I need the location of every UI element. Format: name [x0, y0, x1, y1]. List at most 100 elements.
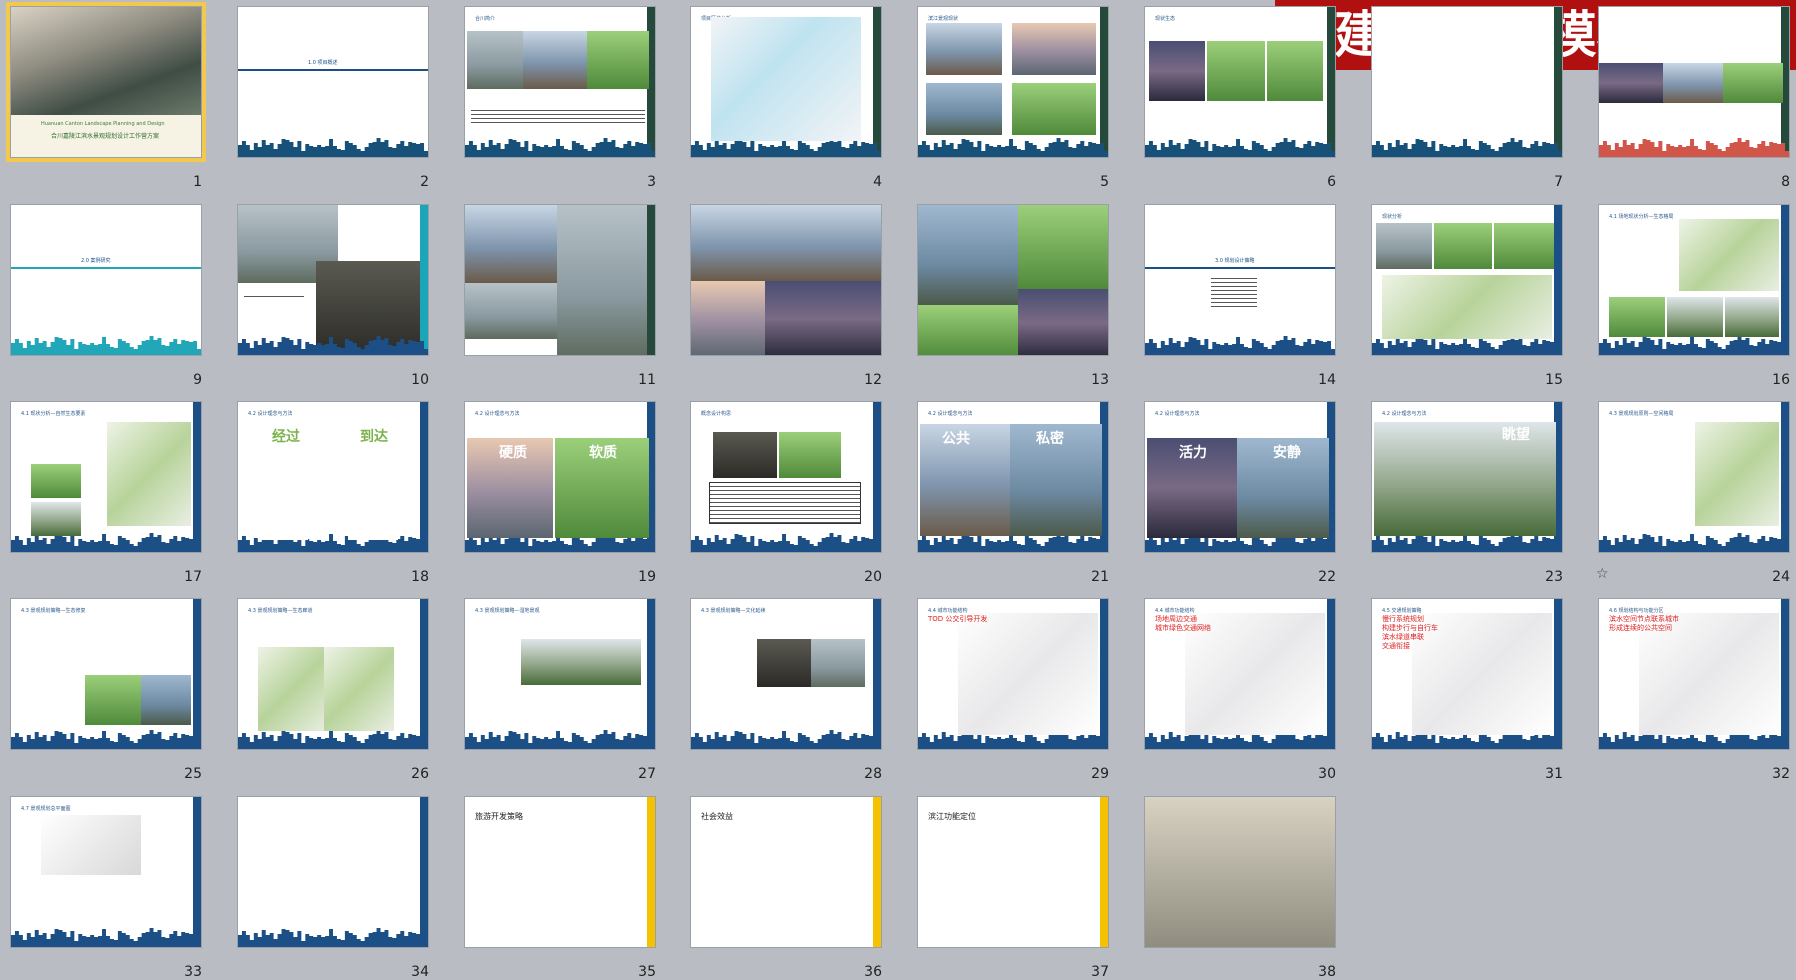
slide-thumbnail-15[interactable]: 现状分析: [1371, 204, 1563, 356]
slide-thumbnail-19[interactable]: 4.2 设计理念与方法 硬质 软质: [464, 401, 656, 553]
skyline-footer: [1372, 138, 1562, 157]
accent-strip: [647, 797, 655, 947]
accent-strip: [647, 205, 655, 355]
photo-thumbnail: [1679, 219, 1779, 291]
slide-title: 合川简介: [475, 16, 496, 22]
slide-thumbnail-30[interactable]: 4.4 城市功能结构 场地周边交通 城市绿色交通网络: [1144, 598, 1336, 750]
slide-thumbnail-4[interactable]: 项目区位分析: [690, 6, 882, 158]
photo-thumbnail: [523, 31, 587, 89]
overlay-word: 到达: [360, 429, 388, 445]
slide-title: 4.7 景观规划总平面图: [21, 806, 71, 812]
slide-title: 4.2 设计理念与方法: [1155, 411, 1200, 417]
slide-title: 4.3 景观规划策略—生态修复: [21, 608, 86, 614]
slide-thumbnail-9[interactable]: 2.0 案例研究: [10, 204, 202, 356]
slide-thumbnail-20[interactable]: 概念设计构思: [690, 401, 882, 553]
slide-thumbnail-23[interactable]: 4.2 设计理念与方法 眺望: [1371, 401, 1563, 553]
slide-thumbnail-13[interactable]: [917, 204, 1109, 356]
photo-thumbnail: [258, 647, 328, 731]
slide-subtitle: 合川嘉陵江滨水景观规划设计工作营方案: [51, 133, 160, 140]
slide-thumbnail-33[interactable]: 4.7 景观规划总平面图: [10, 796, 202, 948]
skyline-footer: [691, 533, 881, 552]
highlight-note: 滨水空间节点联系城市 形成连续的公共空间: [1609, 615, 1679, 632]
slide-thumbnail-5[interactable]: 滨江景观现状: [917, 6, 1109, 158]
slide-thumbnail-25[interactable]: 4.3 景观规划策略—生态修复: [10, 598, 202, 750]
overlay-word: 软质: [589, 445, 617, 461]
slide-thumbnail-7[interactable]: [1371, 6, 1563, 158]
photo-thumbnail: [521, 639, 641, 685]
slide-thumbnail-28[interactable]: 4.3 景观规划策略—文化延续: [690, 598, 882, 750]
slide-title: 现状分析: [1382, 214, 1403, 220]
slide-title: 3.0 规划设计策略: [1215, 258, 1255, 264]
skyline-footer: [238, 928, 428, 947]
slide-thumbnail-18[interactable]: 4.2 设计理念与方法 经过 到达: [237, 401, 429, 553]
skyline-footer: [11, 336, 201, 355]
slide-title: 旅游开发策略: [475, 812, 523, 821]
photo-thumbnail: [918, 205, 1018, 305]
slide-thumbnail-10[interactable]: [237, 204, 429, 356]
slide-thumbnail-34[interactable]: [237, 796, 429, 948]
overlay-word: 眺望: [1502, 427, 1530, 443]
slide-number: 25: [184, 766, 202, 782]
slide-thumbnail-11[interactable]: [464, 204, 656, 356]
text-lines: [471, 107, 645, 123]
slide-thumbnail-31[interactable]: 4.5 交通规划策略 慢行系统规划 构建步行与自行车 滨水绿道串联 交通衔接: [1371, 598, 1563, 750]
slide-number: 15: [1545, 372, 1563, 388]
skyline-footer: [691, 730, 881, 749]
slide-title: 4.2 设计理念与方法: [475, 411, 520, 417]
photo-thumbnail: [926, 83, 1002, 135]
photo-thumbnail: [779, 432, 841, 478]
slide-title: 4.3 景观规划策略—湿地景观: [475, 608, 540, 614]
text-lines: [1211, 275, 1257, 309]
photo-thumbnail: [757, 639, 811, 687]
slide-number: 4: [873, 174, 882, 190]
slide-thumbnail-27[interactable]: 4.3 景观规划策略—湿地景观: [464, 598, 656, 750]
photo-thumbnail: [1663, 63, 1723, 103]
slide-number: 31: [1545, 766, 1563, 782]
slide-thumbnail-14[interactable]: 3.0 规划设计策略: [1144, 204, 1336, 356]
slide-number: 27: [638, 766, 656, 782]
slide-title: 滨江景观现状: [928, 16, 959, 22]
slide-thumbnail-2[interactable]: 1.0 项目概述: [237, 6, 429, 158]
skyline-footer: [238, 336, 428, 355]
slide-thumbnail-35[interactable]: 旅游开发策略: [464, 796, 656, 948]
slide-thumbnail-37[interactable]: 滨江功能定位: [917, 796, 1109, 948]
slide-thumbnail-16[interactable]: 4.1 场地现状分析—生态格局: [1598, 204, 1790, 356]
slide-thumbnail-26[interactable]: 4.3 景观规划策略—生态廊道: [237, 598, 429, 750]
highlight-note: 场地周边交通 城市绿色交通网络: [1155, 615, 1211, 632]
slide-thumbnail-12[interactable]: [690, 204, 882, 356]
photo-thumbnail: [31, 464, 81, 498]
photo-thumbnail: [141, 675, 191, 725]
slide-number: 37: [1091, 964, 1109, 980]
slide-title: 4.3 景观规划策略—生态廊道: [248, 608, 313, 614]
slide-number: 19: [638, 569, 656, 585]
slide-number: 28: [864, 766, 882, 782]
slide-thumbnail-3[interactable]: 合川简介: [464, 6, 656, 158]
slide-thumbnail-29[interactable]: 4.4 城市功能结构 TOD 公交引导开发: [917, 598, 1109, 750]
slide-thumbnail-32[interactable]: 4.6 规划结构与功能分区 滨水空间节点联系城市 形成连续的公共空间: [1598, 598, 1790, 750]
skyline-footer: [465, 138, 655, 157]
slide-thumbnail-38[interactable]: [1144, 796, 1336, 948]
photo-thumbnail: [918, 305, 1018, 355]
slide-title: 社会效益: [701, 812, 733, 821]
text-lines: [244, 293, 304, 297]
photo-thumbnail: [713, 432, 777, 478]
skyline-footer: [1599, 533, 1789, 552]
skyline-footer: [11, 730, 201, 749]
slide-thumbnail-22[interactable]: 4.2 设计理念与方法 活力 安静: [1144, 401, 1336, 553]
slide-thumbnail-6[interactable]: 现状生态: [1144, 6, 1336, 158]
slide-thumbnail-17[interactable]: 4.1 现状分析—自然生态要素: [10, 401, 202, 553]
slide-title: 4.3 景观规划原则—空间格局: [1609, 411, 1674, 417]
data-table: [709, 482, 861, 524]
slide-thumbnail-8[interactable]: [1598, 6, 1790, 158]
slide-thumbnail-21[interactable]: 4.2 设计理念与方法 公共 私密: [917, 401, 1109, 553]
skyline-footer: [1145, 138, 1335, 157]
highlight-note: 慢行系统规划 构建步行与自行车 滨水绿道串联 交通衔接: [1382, 615, 1438, 650]
slide-thumbnail-1[interactable]: Huanuan Canton Landscape Planning and De…: [6, 2, 206, 162]
slide-thumbnail-36[interactable]: 社会效益: [690, 796, 882, 948]
slide-number: 33: [184, 964, 202, 980]
photo-thumbnail: [465, 205, 557, 283]
slide-thumbnail-24[interactable]: 4.3 景观规划原则—空间格局: [1598, 401, 1790, 553]
photo-thumbnail: [31, 502, 81, 536]
slide-number: 9: [193, 372, 202, 388]
slide-number: 23: [1545, 569, 1563, 585]
